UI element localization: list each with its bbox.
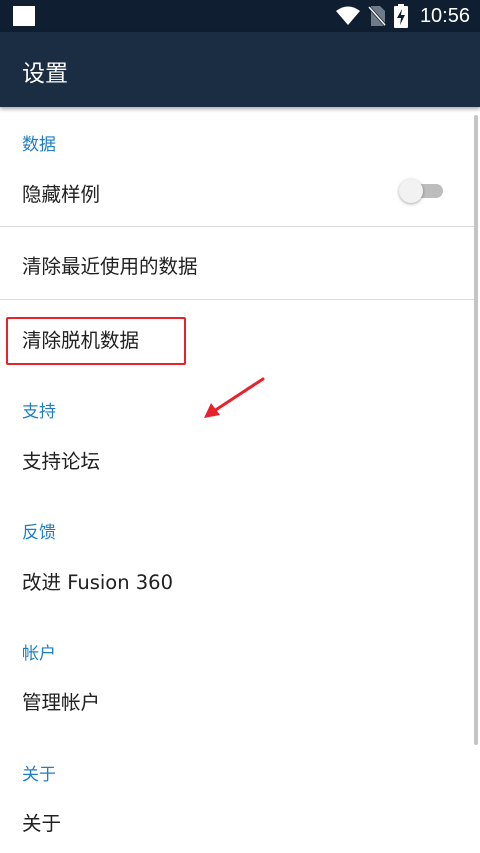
status-time: 10:56 [419,4,470,27]
status-icons: 10:56 [335,0,480,32]
section-header-account: 帐户 [22,644,56,664]
no-sim-icon [367,6,386,26]
support-forum-item[interactable]: 支持论坛 [22,445,100,474]
clear-recent-data-item[interactable]: 清除最近使用的数据 [22,250,198,279]
divider [0,299,474,300]
about-item[interactable]: 关于 [22,807,61,836]
section-header-data: 数据 [22,135,56,155]
manage-account-item[interactable]: 管理帐户 [22,686,100,715]
section-header-feedback: 反馈 [22,523,56,543]
divider [0,226,474,227]
wifi-icon [335,6,360,25]
page-title: 设置 [22,61,68,87]
section-header-about: 关于 [22,765,56,785]
hide-samples-toggle[interactable] [399,179,445,203]
annotation-arrow-icon [204,377,265,418]
status-bar: 10:56 [0,0,480,32]
battery-charging-icon [393,4,408,28]
app-bar: 设置 [0,32,480,107]
section-header-support: 支持 [22,402,56,422]
hide-samples-label[interactable]: 隐藏样例 [22,178,100,207]
scrollbar[interactable] [474,115,478,745]
annotation-highlight-box [6,317,186,365]
improve-fusion-item[interactable]: 改进 Fusion 360 [22,566,173,595]
settings-list: 数据 隐藏样例 清除最近使用的数据 清除脱机数据 支持 支持论坛 反馈 改进 F… [0,107,480,853]
toggle-thumb [399,179,423,203]
notification-square-icon [13,6,35,26]
